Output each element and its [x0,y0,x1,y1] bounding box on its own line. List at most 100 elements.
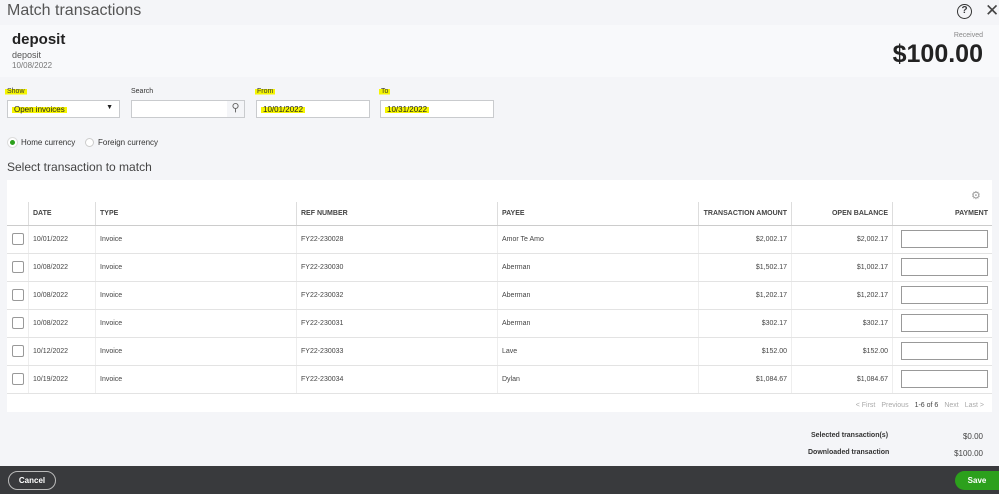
col-type[interactable]: TYPE [95,202,297,226]
col-payment: PAYMENT [892,202,992,226]
search-icon[interactable]: ⚲ [227,101,244,117]
cell-payee: Aberman [497,253,699,282]
cell-date: 10/08/2022 [28,281,96,310]
cell-transaction-amount: $152.00 [698,337,792,366]
row-checkbox[interactable] [12,261,24,273]
from-date-input[interactable]: 10/01/2022 [256,100,370,118]
cell-transaction-amount: $2,002.17 [698,225,792,254]
section-title: Select transaction to match [7,160,152,174]
cell-transaction-amount: $302.17 [698,309,792,338]
cell-open-balance: $152.00 [791,337,893,366]
downloaded-value: $100.00 [954,449,983,458]
cell-type: Invoice [95,365,297,394]
radio-unselected-icon [85,138,94,147]
payment-input[interactable] [901,314,988,332]
row-select [7,309,29,338]
row-checkbox[interactable] [12,289,24,301]
cell-payee: Dylan [497,365,699,394]
row-select [7,281,29,310]
payment-input[interactable] [901,286,988,304]
cell-date: 10/01/2022 [28,225,96,254]
deposit-date: 10/08/2022 [12,61,53,70]
downloaded-label: Downloaded transaction [808,449,890,456]
last-page-link[interactable]: Last > [965,402,984,409]
cell-type: Invoice [95,225,297,254]
transactions-table: DATE TYPE REF NUMBER PAYEE TRANSACTION A… [7,202,992,394]
pagination: < First Previous 1-6 of 6 Next Last > [856,402,984,409]
selected-label: Selected transaction(s) [811,432,889,439]
search-input[interactable]: ⚲ [131,100,245,118]
cell-payee: Amor Te Amo [497,225,699,254]
cell-ref-number: FY22-230030 [296,253,498,282]
table-row[interactable]: 10/01/2022 Invoice FY22-230028 Amor Te Amo $… [7,225,992,254]
cell-payment [892,337,992,366]
cell-open-balance: $302.17 [791,309,893,338]
cell-transaction-amount: $1,084.67 [698,365,792,394]
col-transaction-amount[interactable]: TRANSACTION AMOUNT [698,202,792,226]
cancel-button[interactable]: Cancel [8,471,56,490]
table-row[interactable]: 10/19/2022 Invoice FY22-230034 Dylan $1,084.… [7,365,992,394]
cell-ref-number: FY22-230032 [296,281,498,310]
col-date[interactable]: DATE [28,202,96,226]
save-button[interactable]: Save [955,471,999,490]
col-ref[interactable]: REF NUMBER [296,202,498,226]
col-payee[interactable]: PAYEE [497,202,699,226]
payment-input[interactable] [901,258,988,276]
from-label: From [255,88,276,95]
gear-icon[interactable]: ⚙ [971,189,981,202]
radio-selected-icon [8,138,17,147]
deposit-panel [0,25,999,77]
show-label: Show [5,88,27,95]
payment-input[interactable] [901,370,988,388]
cell-payment [892,253,992,282]
to-label: To [379,88,391,95]
help-icon[interactable]: ? [957,4,972,19]
cell-payee: Lave [497,337,699,366]
payment-input[interactable] [901,230,988,248]
select-column [7,202,29,226]
cell-type: Invoice [95,253,297,282]
cell-date: 10/12/2022 [28,337,96,366]
row-select [7,225,29,254]
cell-payment [892,281,992,310]
row-checkbox[interactable] [12,233,24,245]
to-value: 10/31/2022 [385,105,430,114]
row-checkbox[interactable] [12,345,24,357]
cell-payment [892,225,992,254]
received-label: Received [953,32,983,39]
row-checkbox[interactable] [12,373,24,385]
previous-page-link[interactable]: Previous [881,402,908,409]
cell-date: 10/19/2022 [28,365,96,394]
cell-open-balance: $1,202.17 [791,281,893,310]
next-page-link[interactable]: Next [944,402,958,409]
cell-type: Invoice [95,281,297,310]
row-select [7,365,29,394]
table-row[interactable]: 10/08/2022 Invoice FY22-230031 Aberman $302.… [7,309,992,338]
cell-payment [892,365,992,394]
cell-date: 10/08/2022 [28,309,96,338]
show-value: Open invoices [12,105,67,114]
cell-payee: Aberman [497,281,699,310]
deposit-description: deposit [12,50,42,60]
home-currency-radio[interactable]: Home currency [8,138,75,147]
close-icon[interactable]: ✕ [985,1,999,21]
selected-value: $0.00 [962,432,983,441]
cell-ref-number: FY22-230031 [296,309,498,338]
cell-ref-number: FY22-230034 [296,365,498,394]
payment-input[interactable] [901,342,988,360]
table-row[interactable]: 10/08/2022 Invoice FY22-230032 Aberman $1,20… [7,281,992,310]
from-value: 10/01/2022 [261,105,306,114]
cell-transaction-amount: $1,202.17 [698,281,792,310]
col-open-balance[interactable]: OPEN BALANCE [791,202,893,226]
show-dropdown[interactable]: Open invoices ▼ [7,100,120,118]
row-checkbox[interactable] [12,317,24,329]
to-date-input[interactable]: 10/31/2022 [380,100,494,118]
cell-ref-number: FY22-230033 [296,337,498,366]
cell-open-balance: $2,002.17 [791,225,893,254]
cell-payee: Aberman [497,309,699,338]
first-page-link[interactable]: < First [856,402,876,409]
foreign-currency-radio[interactable]: Foreign currency [85,138,158,147]
table-row[interactable]: 10/12/2022 Invoice FY22-230033 Lave $152.00 $… [7,337,992,366]
cell-type: Invoice [95,309,297,338]
table-row[interactable]: 10/08/2022 Invoice FY22-230030 Aberman $1,50… [7,253,992,282]
